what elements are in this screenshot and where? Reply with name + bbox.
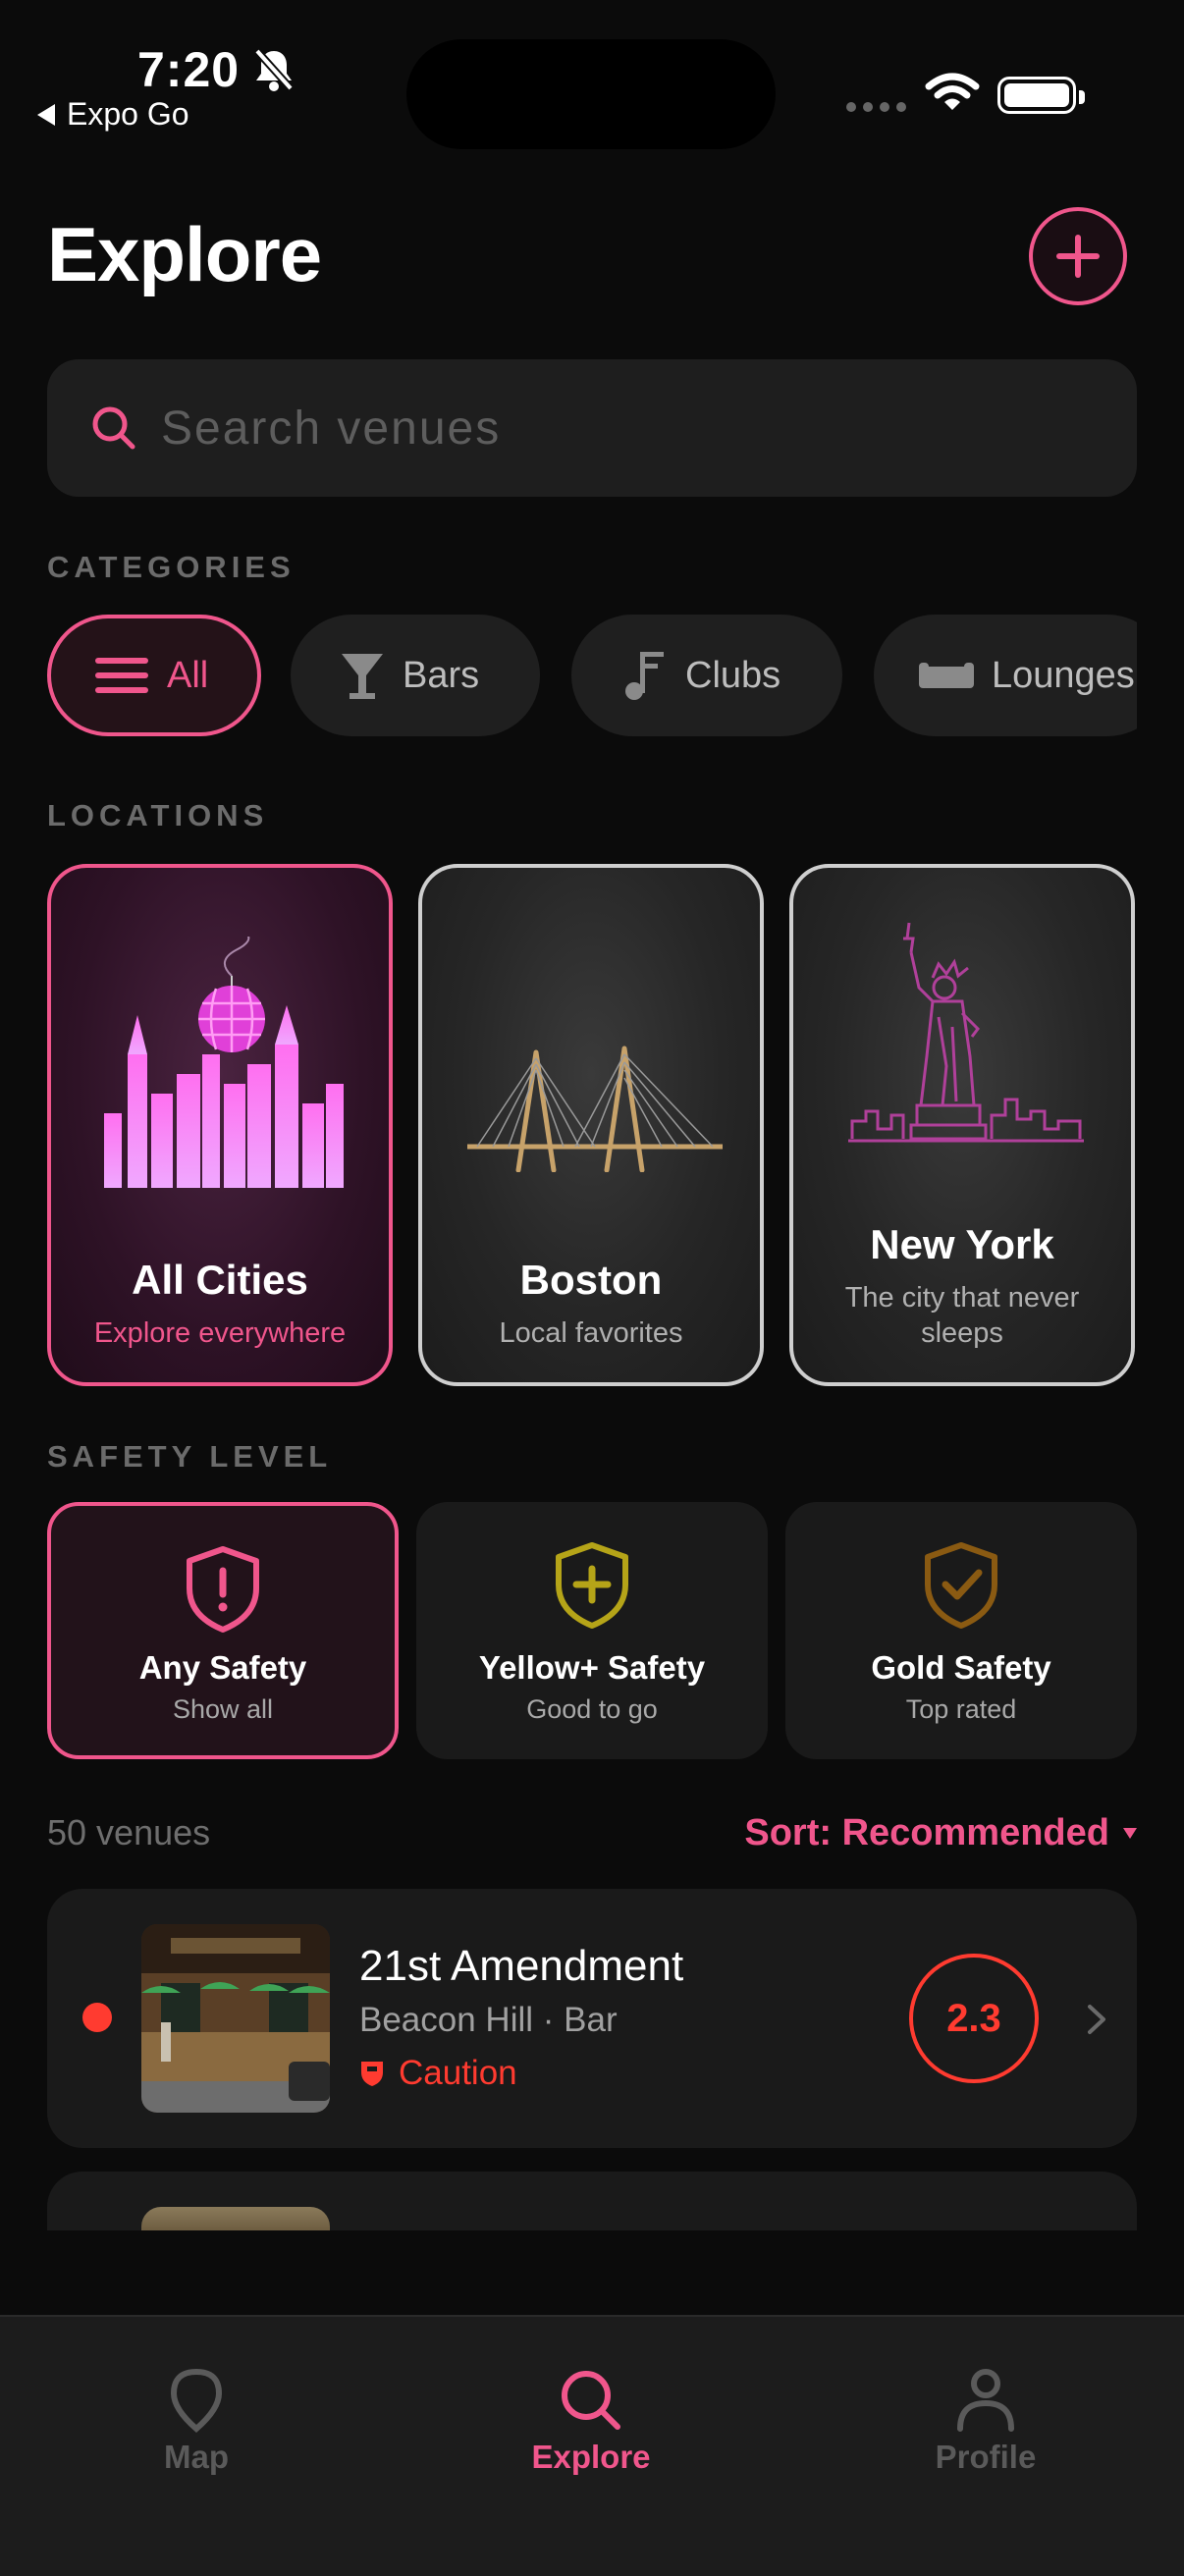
battery-icon [997, 77, 1085, 114]
search-icon [92, 406, 135, 450]
search-icon [562, 2371, 620, 2430]
status-time: 7:20 [137, 42, 241, 97]
plus-icon [1056, 235, 1100, 278]
safety-option-name: Gold Safety [871, 1649, 1051, 1686]
tab-map[interactable]: Map [88, 2368, 304, 2476]
safety-score-badge: 2.3 [909, 1954, 1039, 2083]
search-input[interactable] [159, 400, 1047, 456]
tab-profile[interactable]: Profile [878, 2368, 1094, 2476]
back-app-label: Expo Go [67, 96, 189, 132]
safety-option-name: Yellow+ Safety [478, 1649, 706, 1686]
categories-label: CATEGORIES [47, 550, 296, 584]
venue-safety-label: Caution [399, 2054, 517, 2092]
safety-option-name: Any Safety [138, 1649, 307, 1686]
category-label: Bars [403, 654, 480, 696]
tab-bar: Map Explore Profile [0, 2315, 1184, 2576]
add-venue-button[interactable] [1029, 207, 1127, 305]
zakim-bridge-icon [467, 1046, 723, 1172]
location-card-new-york[interactable]: New York The city that never sleeps [789, 864, 1135, 1386]
map-pin-icon [170, 2368, 223, 2433]
category-chip-all[interactable]: All [47, 615, 261, 736]
shield-alert-icon [187, 1546, 259, 1633]
safety-option-subtitle: Top rated [905, 1694, 1017, 1724]
tab-label: Map [164, 2439, 229, 2475]
venue-thumbnail [141, 1924, 330, 2113]
venue-name: 21st Amendment [359, 1942, 684, 1990]
statue-of-liberty-icon [848, 922, 1084, 1143]
tab-explore[interactable]: Explore [483, 2368, 699, 2476]
tab-label: Explore [531, 2439, 651, 2475]
bell-muted-icon [254, 48, 294, 91]
locations-label: LOCATIONS [47, 798, 269, 832]
cellular-signal-icon [846, 102, 906, 112]
venue-safety-status: Caution [359, 2054, 517, 2093]
person-icon [957, 2369, 1014, 2432]
location-name: New York [870, 1221, 1054, 1267]
category-chip-lounges[interactable]: Lounges [874, 615, 1137, 736]
category-chip-bars[interactable]: Bars [291, 615, 540, 736]
tab-label: Profile [935, 2439, 1037, 2475]
city-skyline-disco-ball-icon [104, 937, 344, 1188]
category-label: Lounges [992, 654, 1135, 696]
category-label: All [167, 654, 209, 696]
sort-label: Sort: Recommended [744, 1812, 1109, 1853]
location-subtitle: Explore everywhere [93, 1317, 347, 1349]
search-bar[interactable] [47, 359, 1137, 497]
venue-card-partial[interactable] [47, 2172, 1137, 2230]
safety-option-any[interactable]: Any Safety Show all [47, 1502, 399, 1759]
safety-level-label: SAFETY LEVEL [47, 1439, 333, 1474]
sort-dropdown[interactable]: Sort: Recommended [744, 1812, 1137, 1854]
dynamic-island [406, 39, 776, 149]
menu-icon [95, 658, 148, 693]
chevron-right-icon[interactable] [1086, 2003, 1107, 2036]
venue-count: 50 venues [47, 1812, 211, 1852]
location-name: All Cities [132, 1257, 308, 1303]
martini-glass-icon [342, 654, 383, 699]
venue-meta: Beacon Hill · Bar [359, 2001, 618, 2039]
caret-down-icon [1123, 1828, 1137, 1839]
shield-check-icon [925, 1542, 997, 1629]
safety-option-gold[interactable]: Gold Safety Top rated [785, 1502, 1137, 1759]
category-chip-clubs[interactable]: Clubs [571, 615, 842, 736]
location-card-boston[interactable]: Boston Local favorites [418, 864, 764, 1386]
location-subtitle: Local favorites [499, 1317, 683, 1349]
safety-option-subtitle: Show all [172, 1694, 274, 1724]
wifi-icon [925, 73, 980, 110]
music-note-icon [625, 652, 664, 700]
location-subtitle: The city that never sleeps [844, 1282, 1080, 1349]
page-title: Explore [47, 211, 322, 297]
status-dot [82, 2003, 112, 2032]
category-chips: All Bars Clubs Lounges [47, 615, 1137, 736]
location-card-all-cities[interactable]: All Cities Explore everywhere [47, 864, 393, 1386]
category-label: Clubs [685, 654, 781, 696]
safety-option-subtitle: Good to go [526, 1694, 658, 1724]
sofa-icon [919, 663, 974, 688]
back-arrow-icon [37, 103, 55, 126]
location-name: Boston [519, 1257, 663, 1303]
caution-shield-icon [361, 2062, 383, 2086]
safety-option-yellow-plus[interactable]: Yellow+ Safety Good to go [416, 1502, 768, 1759]
shield-plus-icon [556, 1542, 628, 1629]
back-to-app-link[interactable]: Expo Go [37, 96, 189, 133]
